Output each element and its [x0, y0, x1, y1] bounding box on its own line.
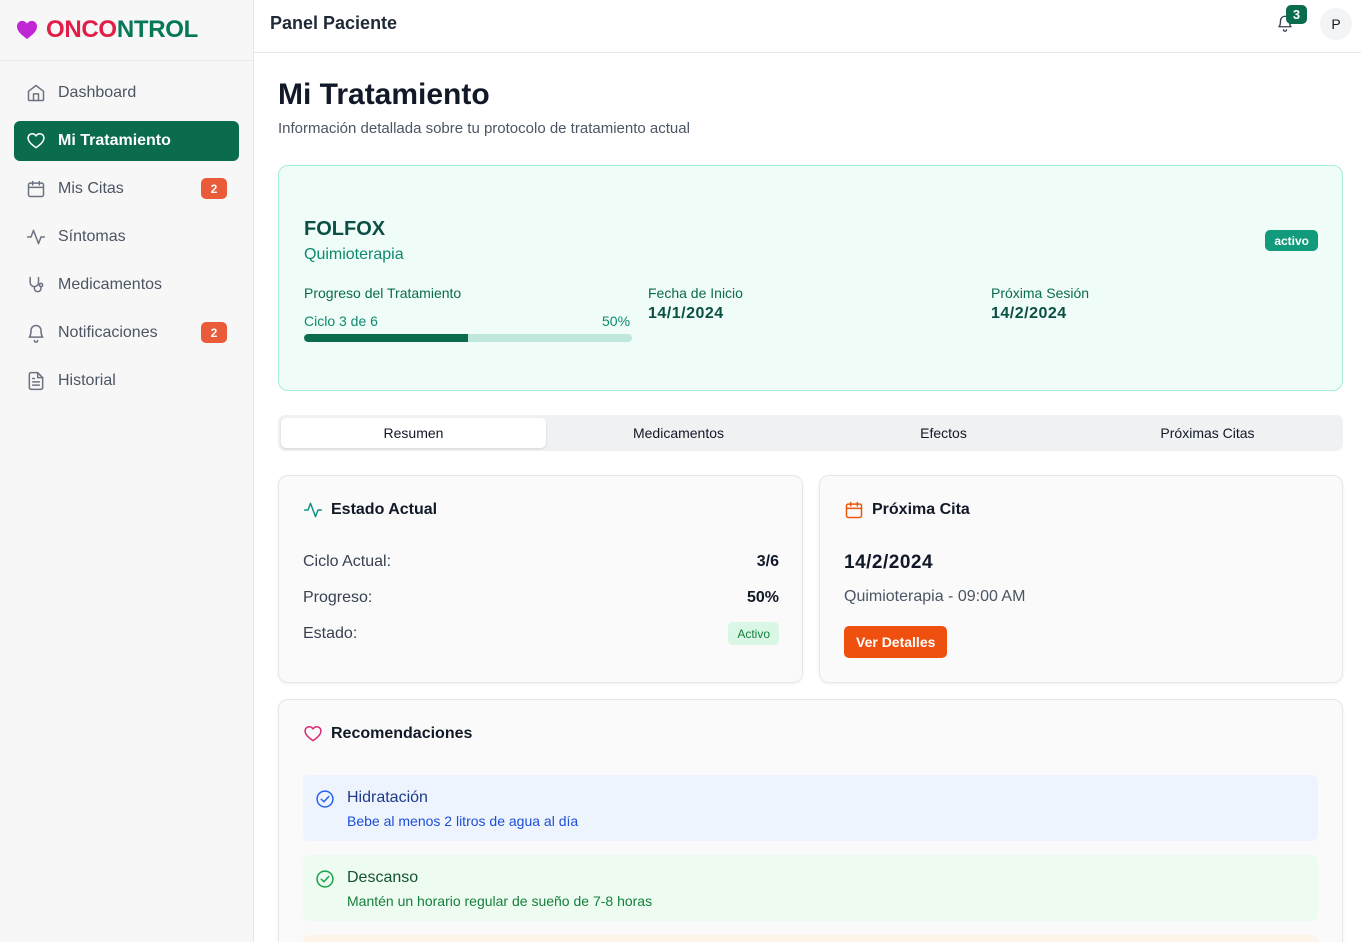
ver-detalles-button[interactable]: Ver Detalles — [844, 626, 948, 658]
citas-count-badge: 2 — [201, 178, 227, 199]
progress-percent: 50% — [602, 313, 631, 329]
sidebar-item-medicamentos[interactable]: Medicamentos — [14, 265, 239, 305]
recomendaciones-title: Recomendaciones — [303, 724, 472, 744]
check-circle-icon — [316, 870, 334, 888]
cita-description: Quimioterapia - 09:00 AM — [844, 588, 1026, 605]
page-subtitle: Información detallada sobre tu protocolo… — [278, 120, 690, 137]
recomendaciones-card: Recomendaciones Hidratación Bebe al meno… — [278, 699, 1343, 942]
sidebar: ONCONTROL Dashboard Mi Tratamiento Mis C… — [0, 0, 254, 942]
recommendation-descanso: Descanso Mantén un horario regular de su… — [303, 855, 1318, 921]
sidebar-item-label: Mis Citas — [58, 180, 124, 197]
sidebar-item-label: Historial — [58, 372, 116, 389]
activity-icon — [303, 502, 323, 518]
progress-bar-fill — [304, 334, 468, 342]
brand-logo[interactable]: ONCONTROL — [0, 0, 253, 61]
estado-row-estado: Estado: Activo — [303, 622, 779, 645]
sidebar-item-mis-citas[interactable]: Mis Citas 2 — [14, 169, 239, 209]
treatment-type: Quimioterapia — [304, 246, 404, 263]
sidebar-item-sintomas[interactable]: Síntomas — [14, 217, 239, 257]
sidebar-item-notificaciones[interactable]: Notificaciones 2 — [14, 313, 239, 353]
progress-label: Progreso del Tratamiento — [304, 285, 462, 301]
sidebar-item-mi-tratamiento[interactable]: Mi Tratamiento — [14, 121, 239, 161]
heart-logo-icon — [17, 20, 37, 40]
header-title: Panel Paciente — [270, 13, 398, 33]
sidebar-item-label: Medicamentos — [58, 276, 163, 293]
tab-resumen[interactable]: Resumen — [281, 418, 546, 448]
heart-icon — [304, 726, 322, 742]
page-title: Mi Tratamiento — [278, 78, 490, 111]
calendar-icon — [27, 180, 45, 198]
file-text-icon — [28, 371, 44, 391]
row-label: Progreso: — [303, 589, 373, 606]
estado-status-badge: Activo — [728, 622, 779, 645]
row-label: Ciclo Actual: — [303, 553, 392, 570]
notificaciones-count-badge: 2 — [201, 322, 227, 343]
card-title-text: Estado Actual — [331, 501, 438, 518]
cita-date: 14/2/2024 — [844, 552, 934, 573]
sidebar-item-historial[interactable]: Historial — [14, 361, 239, 401]
estado-row-progreso: Progreso: 50% — [303, 589, 779, 607]
progress-bar — [304, 334, 632, 342]
next-session-value: 14/2/2024 — [991, 305, 1067, 322]
sidebar-item-label: Mi Tratamiento — [58, 132, 171, 149]
heart-icon — [27, 133, 45, 149]
stethoscope-icon — [29, 276, 44, 293]
recommendation-hidratacion: Hidratación Bebe al menos 2 litros de ag… — [303, 775, 1318, 841]
proxima-cita-card: Próxima Cita 14/2/2024 Quimioterapia - 0… — [819, 475, 1343, 683]
avatar[interactable]: P — [1320, 8, 1352, 40]
recommendation-description: Bebe al menos 2 litros de agua al día — [347, 813, 579, 829]
sidebar-nav: Dashboard Mi Tratamiento Mis Citas 2 Sín… — [0, 61, 253, 401]
recommendation-title: Hidratación — [347, 789, 428, 806]
sidebar-item-label: Dashboard — [58, 84, 137, 101]
tab-medicamentos[interactable]: Medicamentos — [546, 418, 811, 448]
row-value: 3/6 — [756, 553, 779, 570]
recommendation-partial — [303, 935, 1318, 942]
row-value: 50% — [746, 589, 779, 606]
cycle-text: Ciclo 3 de 6 — [304, 313, 378, 329]
row-label: Estado: — [303, 625, 358, 642]
start-date-label: Fecha de Inicio — [648, 285, 743, 301]
bell-icon — [28, 324, 44, 343]
recommendation-description: Mantén un horario regular de sueño de 7-… — [347, 893, 653, 909]
notifications-count-badge: 3 — [1286, 5, 1307, 24]
estado-actual-title: Estado Actual — [303, 500, 437, 520]
treatment-tabs: Resumen Medicamentos Efectos Próximas Ci… — [278, 415, 1343, 451]
treatment-summary-card: FOLFOX Quimioterapia activo Progreso del… — [278, 165, 1343, 391]
brand-name: ONCONTROL — [46, 16, 198, 43]
card-title-text: Recomendaciones — [331, 725, 473, 742]
estado-actual-card: Estado Actual Ciclo Actual: 3/6 Progreso… — [278, 475, 803, 683]
top-header: Panel Paciente 3 P — [254, 0, 1361, 53]
treatment-name: FOLFOX — [304, 218, 386, 240]
calendar-icon — [845, 501, 863, 519]
proxima-cita-title: Próxima Cita — [844, 500, 970, 520]
sidebar-item-label: Notificaciones — [58, 324, 158, 341]
next-session-label: Próxima Sesión — [991, 285, 1090, 301]
check-circle-icon — [316, 790, 334, 808]
card-title-text: Próxima Cita — [872, 501, 970, 518]
tab-proximas-citas[interactable]: Próximas Citas — [1075, 418, 1340, 448]
sidebar-item-label: Síntomas — [58, 228, 126, 245]
activity-icon — [26, 229, 46, 245]
start-date-value: 14/1/2024 — [648, 305, 724, 322]
recommendation-title: Descanso — [347, 869, 419, 886]
tab-efectos[interactable]: Efectos — [811, 418, 1076, 448]
sidebar-item-dashboard[interactable]: Dashboard — [14, 73, 239, 113]
status-badge: activo — [1265, 230, 1318, 251]
home-icon — [27, 84, 45, 102]
estado-row-ciclo: Ciclo Actual: 3/6 — [303, 553, 779, 571]
